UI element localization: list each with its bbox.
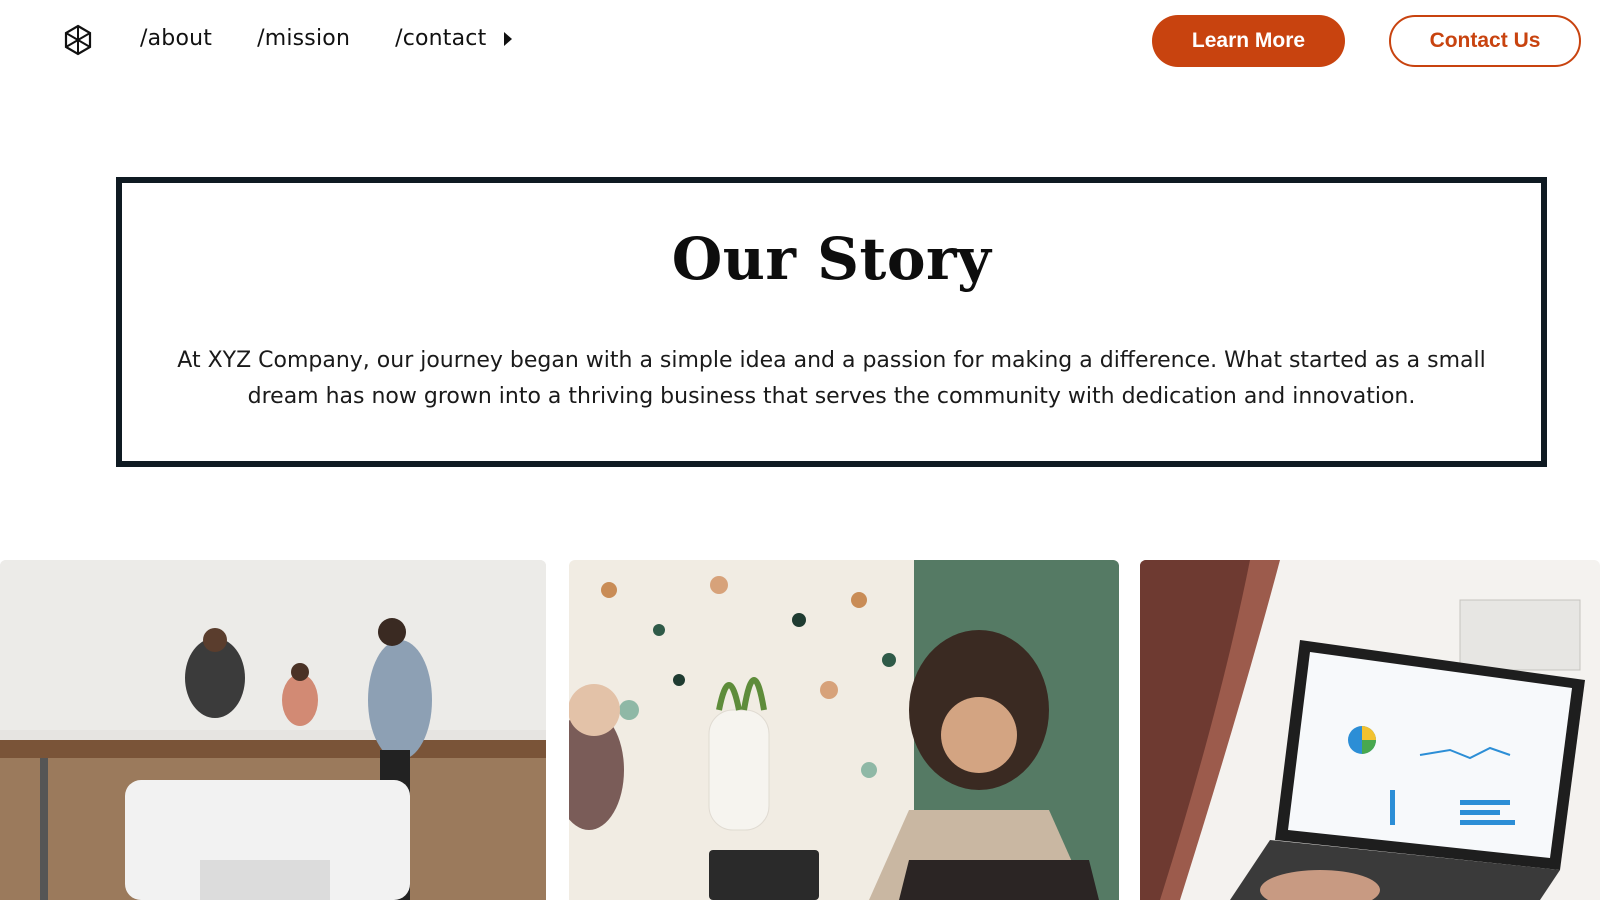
nav-link-mission[interactable]: /mission bbox=[257, 26, 350, 51]
learn-more-button[interactable]: Learn More bbox=[1152, 15, 1345, 67]
logo-icon[interactable] bbox=[62, 24, 94, 56]
workspace-photo bbox=[569, 560, 1119, 900]
caret-right-icon[interactable] bbox=[504, 31, 513, 46]
office-photo bbox=[0, 560, 546, 900]
story-text: At XYZ Company, our journey began with a… bbox=[177, 348, 1486, 409]
top-navigation: /about /mission /contact Learn More Cont… bbox=[0, 0, 1600, 84]
nav-link-contact-label: /contact bbox=[395, 26, 487, 51]
nav-links: /about /mission /contact bbox=[140, 26, 513, 51]
nav-link-about[interactable]: /about bbox=[140, 26, 212, 51]
story-title: Our Story bbox=[671, 225, 992, 293]
contact-us-button[interactable]: Contact Us bbox=[1389, 15, 1581, 67]
nav-link-contact[interactable]: /contact bbox=[395, 26, 513, 51]
our-story-section: Our Story At XYZ Company, our journey be… bbox=[116, 177, 1547, 467]
laptop-analytics-photo bbox=[1140, 560, 1600, 900]
